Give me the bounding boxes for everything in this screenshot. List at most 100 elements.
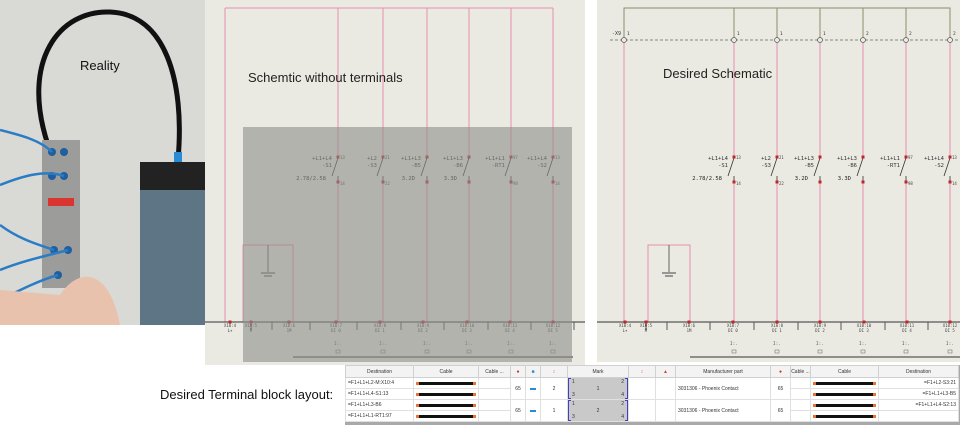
reality-photo: Reality — [0, 0, 210, 325]
col-level-icon-2[interactable]: ↕ — [628, 365, 656, 378]
contact-switch — [899, 157, 907, 177]
pin-number-top: 13 — [952, 155, 957, 160]
value-cell[interactable]: 65 — [510, 377, 526, 400]
destination-right[interactable]: =F1+L1+L4-S2:13 — [878, 399, 959, 411]
blue-cell[interactable] — [525, 377, 541, 400]
cable-short-left[interactable] — [478, 399, 511, 411]
mark-cell[interactable]: 1 2 1 3 4 — [567, 377, 629, 400]
cable-left[interactable] — [413, 388, 479, 400]
blue-marker-icon — [530, 387, 536, 390]
part-value[interactable]: 65 — [770, 377, 791, 400]
mark-corner: 1 — [572, 401, 575, 407]
col-cable-short-left[interactable]: Cable ... — [478, 365, 511, 378]
cable-short-right[interactable] — [790, 399, 811, 411]
col-blue-icon[interactable]: ■ — [525, 365, 541, 378]
cable-short-right[interactable] — [790, 377, 811, 389]
mark-bracket-right — [625, 378, 628, 399]
strip-bracket — [623, 7, 951, 40]
mark-value: 2 — [596, 407, 600, 414]
mark-corner: 2 — [621, 401, 624, 407]
col-warning-icon[interactable]: ▲ — [655, 365, 676, 378]
col-mark[interactable]: Mark — [567, 365, 629, 378]
cable-bar — [813, 414, 876, 418]
cable-short-right[interactable] — [790, 410, 811, 422]
cable-short-left[interactable] — [478, 410, 511, 422]
part-value[interactable]: 65 — [770, 399, 791, 422]
destination-left[interactable]: =F1+L1+L4-S1:13 — [345, 388, 414, 400]
destination-left[interactable]: =F1+L1+L2-M:X10:4 — [345, 377, 414, 389]
col-cable-left[interactable]: Cable — [413, 365, 479, 378]
mark-corner: 1 — [572, 379, 575, 385]
io-symbol — [774, 349, 780, 354]
manufacturer-part[interactable]: 3031306 - Phoenix Contact — [675, 377, 771, 400]
component-location: +L1+L1 — [880, 156, 900, 162]
terminal-label: DI 1 — [772, 328, 782, 333]
warning-cell[interactable] — [655, 399, 676, 422]
pin-number-top: 21 — [779, 155, 784, 160]
cable-left[interactable] — [413, 377, 479, 389]
terminal-label: 1M — [687, 328, 692, 333]
col-color-icon-2[interactable]: ● — [770, 365, 791, 378]
mark-cell[interactable]: 1 2 2 3 4 — [567, 399, 629, 422]
table-header: Destination Cable Cable ... ● ■ ↕ Mark ↕… — [345, 365, 959, 378]
col-level-icon[interactable]: ↕ — [540, 365, 568, 378]
warning-cell[interactable] — [655, 377, 676, 400]
col-destination-left[interactable]: Destination — [345, 365, 414, 378]
level-cell-2[interactable] — [628, 399, 656, 422]
terminal-label: L+ — [228, 328, 233, 333]
component-location: +L1+L3 — [837, 156, 857, 162]
value-cell[interactable]: 65 — [510, 399, 526, 422]
cable-right[interactable] — [810, 410, 879, 422]
cable-bar — [813, 392, 876, 396]
table-row[interactable]: =F1+L1+L3-B6 65 1 1 2 2 3 4 3031306 - Pho… — [345, 399, 959, 422]
destination-right[interactable]: =F1+L2-S3:21 — [878, 377, 959, 389]
table-row[interactable]: =F1+L1+L2-M:X10:4 65 2 1 2 1 3 4 3031306 … — [345, 377, 959, 400]
component-location: +L1+L4 — [924, 156, 945, 162]
destination-right[interactable] — [878, 410, 959, 422]
destination-left[interactable]: =F1+L1+L1-RT1:97 — [345, 410, 414, 422]
destination-left[interactable]: =F1+L1+L3-B6 — [345, 399, 414, 411]
component-location: +L1+L3 — [794, 156, 814, 162]
col-color-icon[interactable]: ● — [510, 365, 526, 378]
io-symbol — [731, 349, 737, 354]
cable-short-left[interactable] — [478, 388, 511, 400]
col-cable-short-right[interactable]: Cable ... — [790, 365, 811, 378]
mark-corner: 4 — [621, 392, 624, 398]
cable-bar — [416, 381, 476, 385]
io-symbol — [860, 349, 866, 354]
cable-short-left[interactable] — [478, 377, 511, 389]
col-destination-right[interactable]: Destination — [878, 365, 959, 378]
io-symbol — [817, 349, 823, 354]
strip-number: 2 — [953, 31, 956, 37]
cable-right[interactable] — [810, 399, 879, 411]
contact-switch — [813, 157, 821, 177]
terminal-label: DI 2 — [815, 328, 825, 333]
col-manufacturer-part[interactable]: Manufacturer part — [675, 365, 771, 378]
col-cable-right[interactable]: Cable — [810, 365, 879, 378]
pin-number-top: 97 — [908, 155, 913, 160]
component-location: +L1+L4 — [708, 156, 729, 162]
cable-right[interactable] — [810, 377, 879, 389]
component-tag: -RT1 — [887, 163, 900, 169]
component-tag: -S1 — [718, 163, 728, 169]
level-cell[interactable]: 1 — [540, 399, 568, 422]
cable-left[interactable] — [413, 399, 479, 411]
blue-cell[interactable] — [525, 399, 541, 422]
level-cell-2[interactable] — [628, 377, 656, 400]
mark-bracket-left — [568, 378, 571, 399]
io-symbol — [947, 349, 953, 354]
cable-bar — [416, 392, 476, 396]
level-cell[interactable]: 2 — [540, 377, 568, 400]
component-tag: -B5 — [804, 163, 814, 169]
cable-left[interactable] — [413, 410, 479, 422]
cable-right[interactable] — [810, 388, 879, 400]
cable-bar — [813, 403, 876, 407]
strip-terminal — [731, 37, 737, 43]
contact-switch — [943, 157, 951, 177]
contact-switch — [770, 157, 778, 177]
destination-right[interactable]: =F1+L1+L3-B5 — [878, 388, 959, 400]
terminal-label: DI 5 — [945, 328, 955, 333]
cable-short-right[interactable] — [790, 388, 811, 400]
strip-terminal — [774, 37, 780, 43]
manufacturer-part[interactable]: 3031306 - Phoenix Contact — [675, 399, 771, 422]
